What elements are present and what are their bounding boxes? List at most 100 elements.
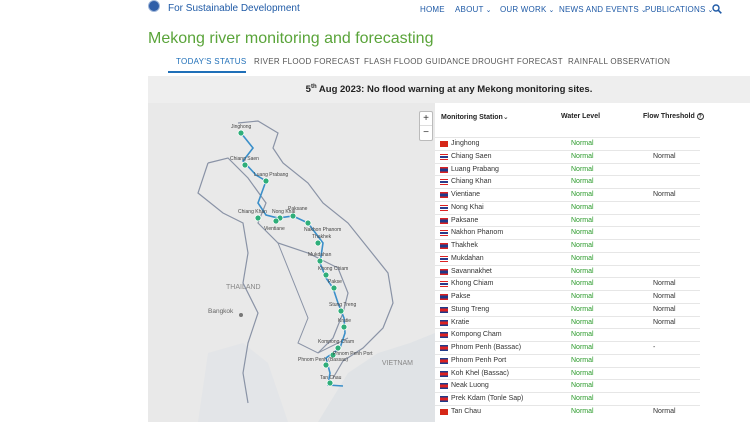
table-row[interactable]: Tan Chau Normal Normal — [435, 404, 700, 418]
station-name: Phnom Penh Port — [451, 356, 507, 364]
zoom-out-button[interactable]: − — [420, 126, 432, 140]
table-row[interactable]: Chiang Saen Normal Normal — [435, 149, 700, 163]
column-header-station[interactable]: Monitoring Station⌄ — [441, 113, 509, 121]
nav-news-and-events[interactable]: NEWS AND EVENTS ⌄ — [559, 5, 647, 14]
table-row[interactable]: Luang Prabang Normal — [435, 162, 700, 176]
flag-la-icon — [440, 243, 448, 249]
table-row[interactable]: Paksane Normal — [435, 213, 700, 227]
table-row[interactable]: Koh Khel (Bassac) Normal — [435, 366, 700, 380]
station-label: Tan Chau — [320, 375, 342, 381]
table-row[interactable]: Thakhek Normal — [435, 239, 700, 252]
flag-th-icon — [440, 204, 448, 211]
station-name: Kompong Cham — [451, 331, 502, 339]
flag-vn-icon — [440, 408, 448, 415]
map-canvas: VIETNAM THAILAND Bangkok Jinghong Chiang … — [197, 120, 435, 422]
station-name: Thakhek — [451, 242, 478, 249]
gulf-area — [198, 343, 288, 422]
station-marker-icon[interactable] — [254, 214, 262, 222]
nav-publications[interactable]: PUBLICATIONS ⌄ — [645, 5, 714, 14]
station-label: Kompong Cham — [318, 339, 354, 345]
station-marker-icon[interactable] — [241, 161, 249, 169]
border-line — [237, 120, 394, 379]
station-label: Chiang Khan — [238, 209, 267, 215]
table-row[interactable]: Khong Chiam Normal Normal — [435, 277, 700, 290]
flag-cn-icon — [440, 141, 448, 147]
nav-our-work[interactable]: OUR WORK ⌄ — [500, 5, 555, 14]
station-marker-icon[interactable] — [316, 257, 324, 265]
column-header-flow-threshold: Flow Threshold ? — [643, 113, 704, 120]
river-map[interactable]: VIETNAM THAILAND Bangkok Jinghong Chiang … — [148, 103, 435, 422]
station-marker-icon[interactable] — [330, 284, 338, 292]
flag-kh-icon — [440, 357, 448, 364]
info-icon[interactable]: ? — [696, 113, 704, 120]
nav-home[interactable]: HOME — [420, 5, 445, 14]
station-label: Nong Khai — [272, 209, 295, 215]
station-label: Kratie — [338, 318, 351, 324]
station-label: Chiang Saen — [230, 156, 259, 162]
tab-drought-forecast[interactable]: DROUGHT FORECAST — [472, 57, 563, 66]
table-row[interactable]: Vientiane Normal Normal — [435, 188, 700, 201]
station-name: Jinghong — [451, 140, 480, 147]
tab-todays-status[interactable]: TODAY'S STATUS — [176, 57, 246, 66]
tab-river-flood-forecast[interactable]: RIVER FLOOD FORECAST — [254, 57, 360, 66]
logo-icon[interactable] — [148, 0, 160, 12]
water-level-value: Normal — [571, 165, 594, 173]
flow-threshold-value: - — [653, 344, 656, 351]
water-level-value: Normal — [571, 331, 594, 339]
station-table: Monitoring Station⌄ Water Level Flow Thr… — [435, 103, 750, 422]
table-row[interactable]: Stung Treng Normal Normal — [435, 302, 700, 316]
flag-kh-icon — [440, 332, 448, 339]
station-name: Pakse — [451, 293, 471, 300]
table-row[interactable]: Nakhon Phanom Normal — [435, 226, 700, 239]
column-header-water-level: Water Level — [561, 113, 601, 120]
station-label: Jinghong — [231, 124, 252, 130]
station-marker-icon[interactable] — [272, 217, 280, 225]
flow-threshold-value: Normal — [653, 191, 676, 198]
zoom-in-button[interactable]: + — [420, 112, 432, 126]
tab-rainfall-observation[interactable]: RAINFALL OBSERVATION — [568, 57, 670, 66]
tab-flash-flood-guidance[interactable]: FLASH FLOOD GUIDANCE — [364, 57, 470, 66]
table-row[interactable]: Kompong Cham Normal — [435, 328, 700, 341]
search-icon[interactable] — [712, 4, 722, 14]
water-level-value: Normal — [571, 318, 594, 326]
table-row[interactable]: Kratie Normal Normal — [435, 315, 700, 329]
water-level-value: Normal — [571, 191, 594, 198]
station-marker-icon[interactable] — [322, 271, 330, 279]
flag-kh-icon — [440, 370, 448, 377]
station-marker-icon[interactable] — [340, 323, 348, 331]
table-row[interactable]: Nong Khai Normal — [435, 200, 700, 214]
table-row[interactable]: Jinghong Normal — [435, 137, 700, 150]
water-level-value: Normal — [571, 178, 594, 186]
region-label: VIETNAM — [382, 360, 413, 367]
flow-threshold-value: Normal — [653, 293, 676, 300]
table-row[interactable]: Mukdahan Normal — [435, 251, 700, 265]
station-marker-icon[interactable] — [337, 307, 345, 315]
station-label: Mukdahan — [308, 252, 332, 258]
nav-about[interactable]: ABOUT ⌄ — [455, 5, 492, 14]
station-name: Khong Chiam — [451, 280, 494, 288]
table-row[interactable]: Neak Luong Normal — [435, 379, 700, 392]
water-level-value: Normal — [571, 382, 594, 390]
flag-kh-icon — [440, 345, 448, 351]
chevron-down-icon: ⌄ — [485, 7, 492, 14]
station-label: Vientiane — [264, 226, 285, 232]
table-row[interactable]: Chiang Khan Normal — [435, 175, 700, 188]
table-row[interactable]: Pakse Normal Normal — [435, 290, 700, 303]
border-line — [277, 242, 349, 354]
station-marker-icon[interactable] — [237, 129, 245, 137]
water-level-value: Normal — [571, 203, 594, 211]
flag-th-icon — [440, 153, 448, 160]
water-level-value: Normal — [571, 267, 594, 275]
flow-threshold-value: Normal — [653, 280, 676, 288]
station-marker-icon[interactable] — [262, 177, 270, 185]
flag-kh-icon — [440, 306, 448, 313]
water-level-value: Normal — [571, 216, 594, 224]
table-row[interactable]: Phnom Penh (Bassac) Normal - — [435, 341, 700, 354]
station-marker-icon[interactable] — [304, 219, 312, 227]
water-level-value: Normal — [571, 229, 594, 237]
station-marker-icon[interactable] — [314, 239, 322, 247]
table-row[interactable]: Savannakhet Normal — [435, 264, 700, 278]
table-row[interactable]: Prek Kdam (Tonle Sap) Normal — [435, 392, 700, 405]
table-row[interactable]: Phnom Penh Port Normal — [435, 353, 700, 367]
station-name: Phnom Penh (Bassac) — [451, 344, 522, 351]
